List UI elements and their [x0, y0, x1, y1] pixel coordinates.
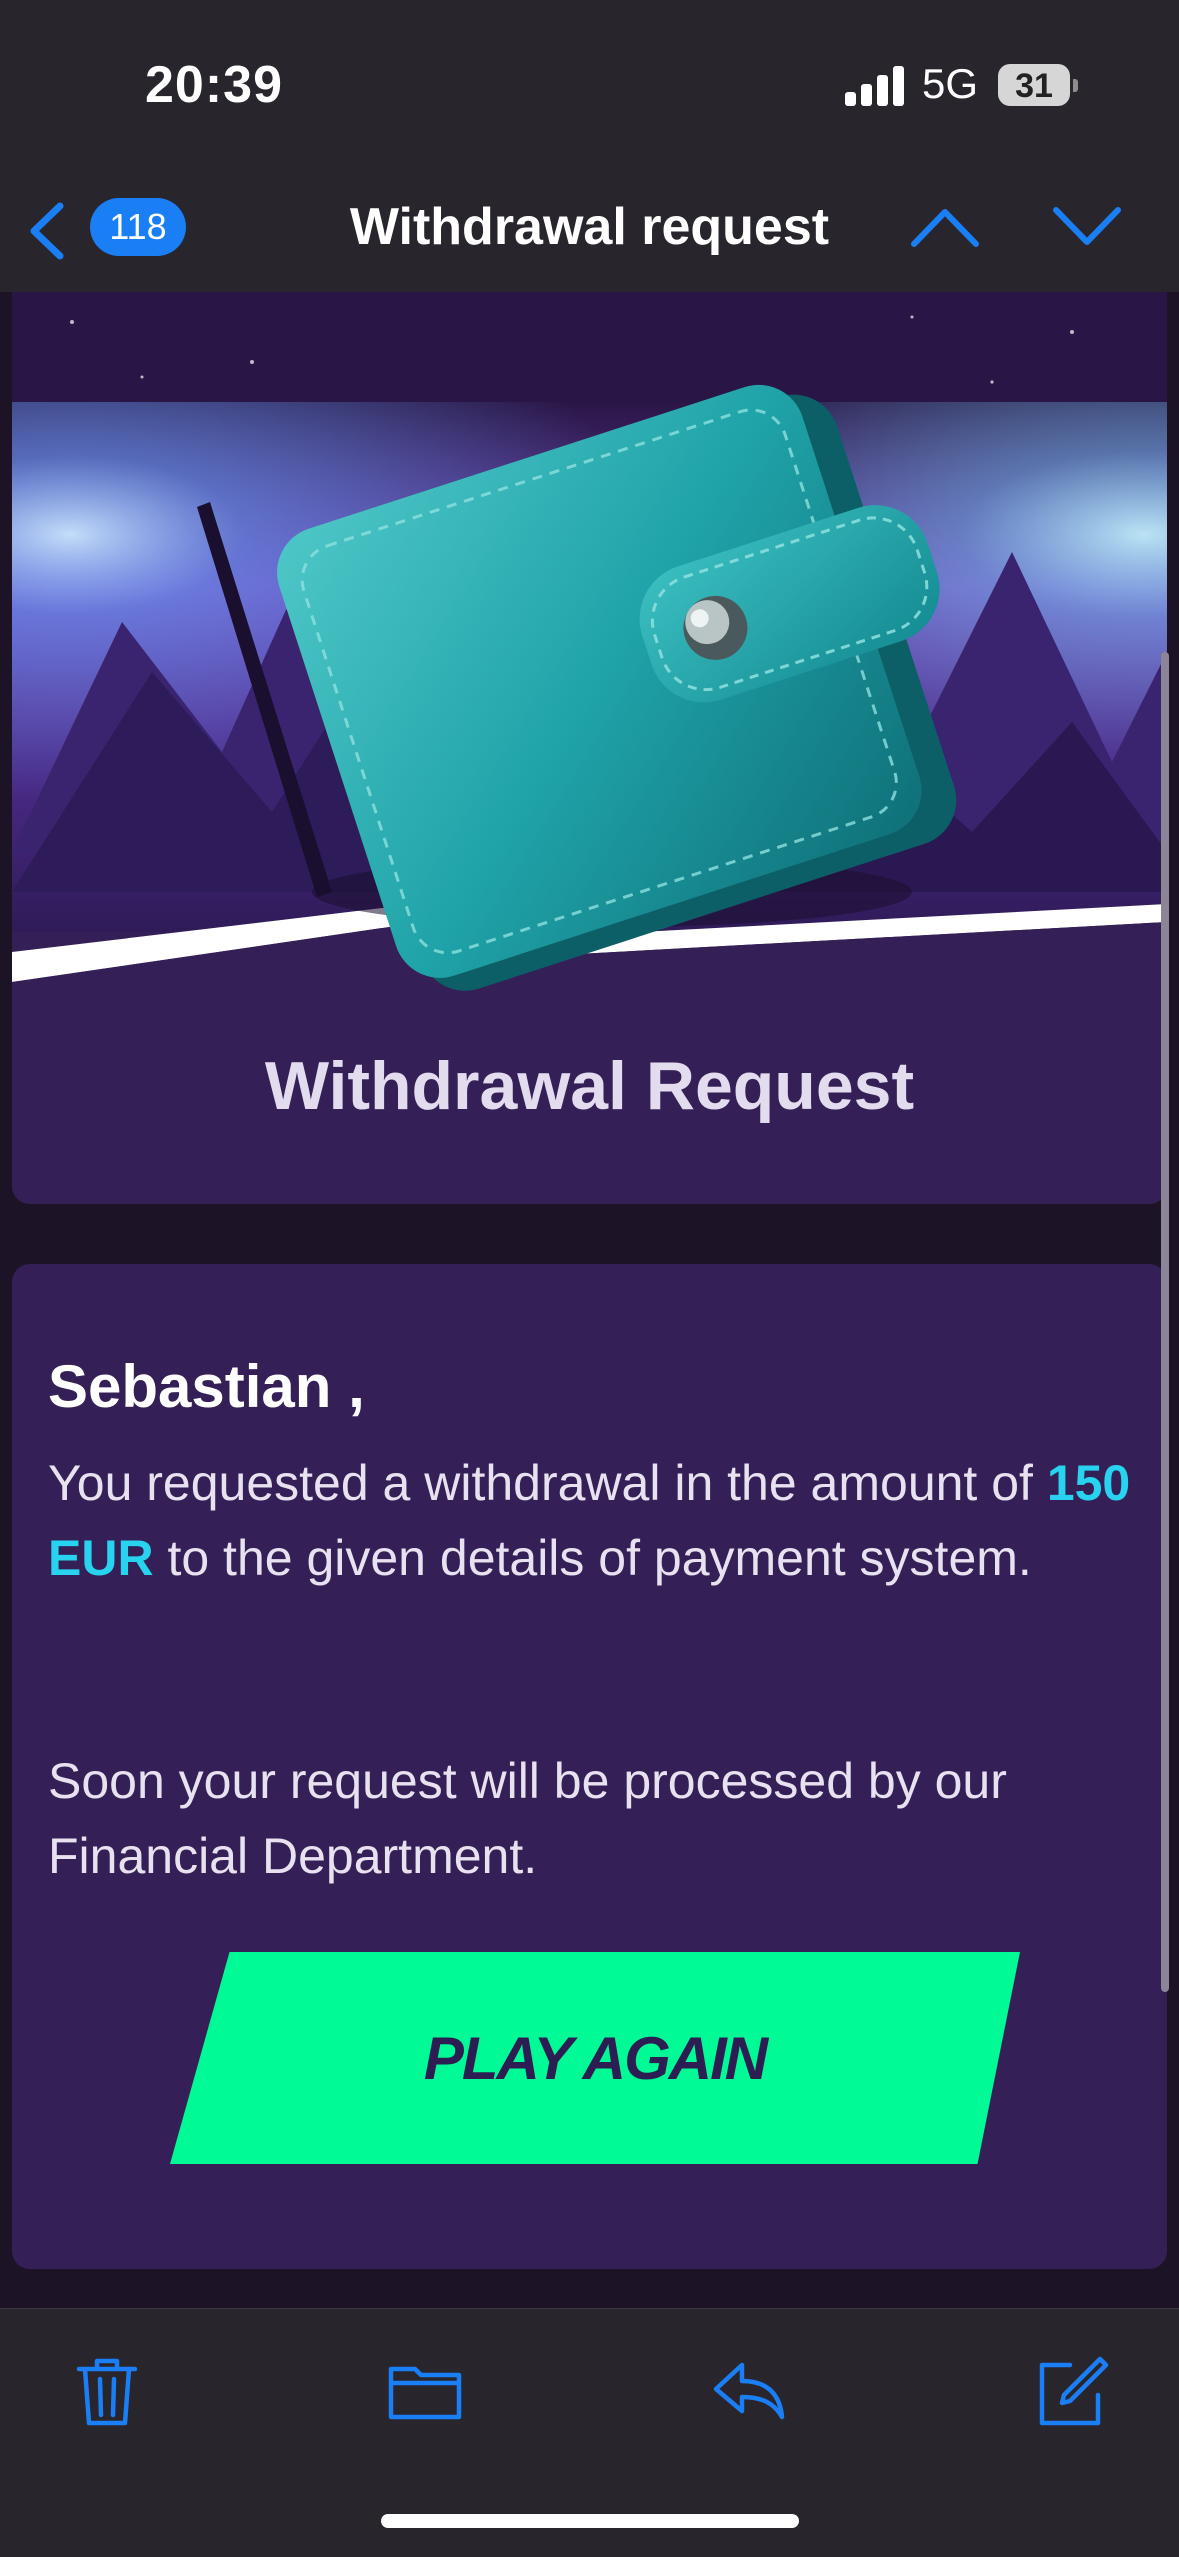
compose-icon[interactable]	[1030, 2351, 1110, 2431]
page-title: Withdrawal request	[349, 198, 830, 256]
status-time: 20:39	[145, 56, 283, 114]
battery-icon: 31	[998, 64, 1078, 106]
mail-nav-bar: 118 Withdrawal request	[0, 170, 1179, 293]
processing-paragraph: Soon your request will be processed by o…	[48, 1753, 1007, 1884]
folder-icon[interactable]	[385, 2351, 465, 2431]
paragraph-text: You requested a withdrawal in the amount…	[48, 1455, 1047, 1511]
greeting: Sebastian ,	[48, 1353, 365, 1420]
cellular-signal-icon	[845, 64, 905, 106]
chevron-down-icon[interactable]	[1052, 204, 1122, 250]
trash-icon[interactable]	[67, 2351, 147, 2431]
home-indicator[interactable]	[381, 2514, 799, 2528]
hero-title: Withdrawal Request	[264, 1048, 915, 1124]
scrollbar[interactable]	[1161, 652, 1169, 1992]
status-bar: 20:39 5G 31	[0, 0, 1179, 170]
message-card: Sebastian , You requested a withdrawal i…	[12, 1264, 1167, 2269]
chevron-up-icon[interactable]	[910, 204, 980, 250]
paragraph-text: to the given details of payment system.	[153, 1530, 1032, 1586]
withdrawal-paragraph: You requested a withdrawal in the amount…	[48, 1446, 1138, 1596]
network-type: 5G	[922, 60, 979, 107]
battery-level: 31	[1015, 67, 1053, 105]
reply-icon[interactable]	[708, 2351, 788, 2431]
hero-banner: Withdrawal Request	[12, 292, 1167, 1204]
play-again-label[interactable]: PLAY AGAIN	[424, 2024, 768, 2093]
play-again-button[interactable]: PLAY AGAIN	[170, 1952, 1020, 2164]
email-body: Withdrawal Request Sebastian , You reque…	[0, 292, 1179, 2308]
